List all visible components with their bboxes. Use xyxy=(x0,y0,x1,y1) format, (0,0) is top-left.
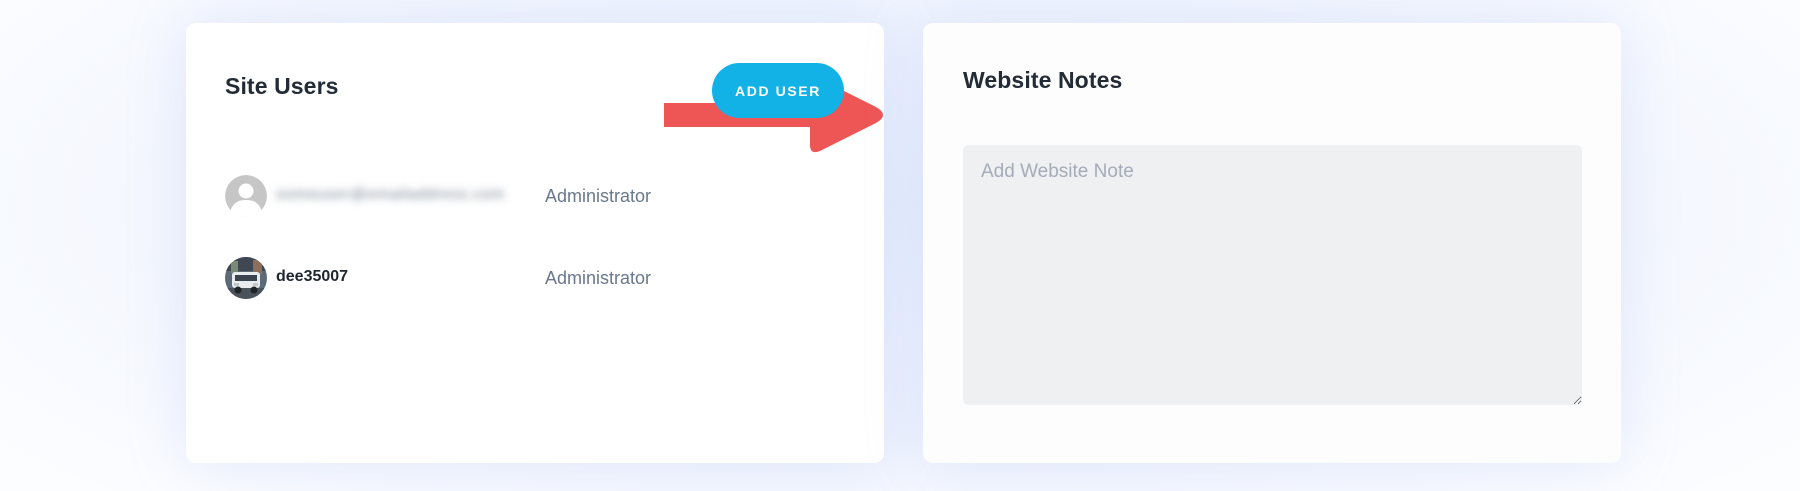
site-users-title: Site Users xyxy=(225,73,339,99)
user-role: Administrator xyxy=(545,186,652,206)
default-avatar-icon xyxy=(225,175,267,217)
user-list: someuser@emailaddress.com Administrator xyxy=(225,175,845,339)
user-email: someuser@emailaddress.com xyxy=(276,186,505,203)
website-notes-card: Website Notes xyxy=(923,23,1621,463)
user-username: dee35007 xyxy=(276,268,349,285)
user-photo-avatar xyxy=(225,257,267,299)
user-row[interactable]: dee35007 Administrator xyxy=(225,257,845,299)
user-role: Administrator xyxy=(545,268,652,288)
website-note-input[interactable] xyxy=(963,145,1582,405)
site-users-card: Site Users ADD USER someuser@emailaddres… xyxy=(186,23,884,463)
website-notes-title: Website Notes xyxy=(963,67,1123,93)
add-user-button[interactable]: ADD USER xyxy=(712,63,844,118)
user-row[interactable]: someuser@emailaddress.com Administrator xyxy=(225,175,845,217)
